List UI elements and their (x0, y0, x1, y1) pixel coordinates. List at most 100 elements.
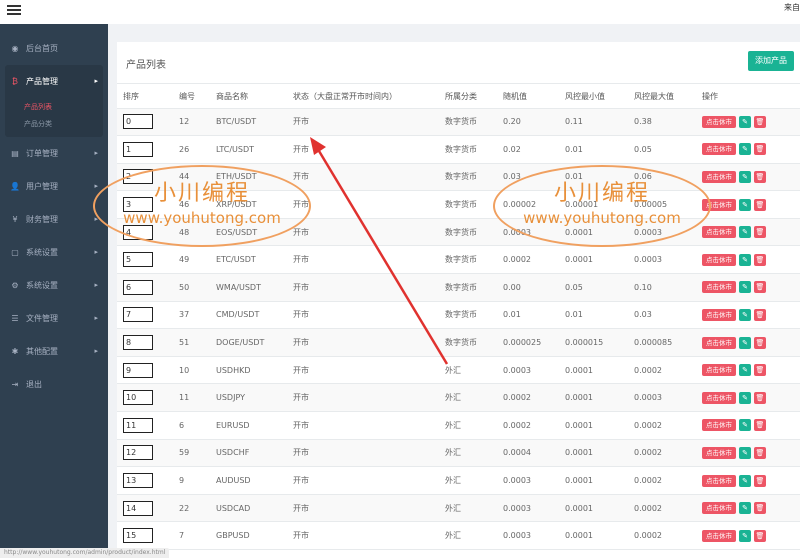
trash-icon[interactable]: 🗑 (754, 419, 766, 432)
table-row: 5 49 ETC/USDT 开市 数字货币 0.0002 0.0001 0.0003 点击休市 ✎… (117, 245, 800, 275)
trash-icon[interactable]: 🗑 (754, 529, 766, 542)
trash-icon[interactable]: 🗑 (754, 198, 766, 211)
trash-icon[interactable]: 🗑 (754, 253, 766, 266)
sidebar-item-files[interactable]: ☰ 文件管理 ▸ (0, 302, 108, 335)
edit-icon[interactable]: ✎ (739, 529, 751, 542)
sidebar-item-home[interactable]: ◉ 后台首页 (0, 32, 108, 65)
close-market-button[interactable]: 点击休市 (702, 529, 736, 542)
sidebar-item-orders[interactable]: ▤ 订单管理 ▸ (0, 137, 108, 170)
close-market-button[interactable]: 点击休市 (702, 143, 736, 156)
sort-input[interactable]: 7 (123, 307, 153, 323)
risk-min-cell: 0.0001 (559, 439, 628, 468)
edit-icon[interactable]: ✎ (739, 308, 751, 321)
sort-input[interactable]: 14 (123, 500, 153, 516)
name-cell: AUDUSD (210, 466, 287, 495)
sidebar-item-users[interactable]: 👤 用户管理 ▸ (0, 170, 108, 203)
trash-icon[interactable]: 🗑 (754, 226, 766, 239)
name-cell: USDCAD (210, 494, 287, 523)
trash-icon[interactable]: 🗑 (754, 474, 766, 487)
edit-icon[interactable]: ✎ (739, 336, 751, 349)
trash-icon[interactable]: 🗑 (754, 446, 766, 459)
name-cell: BTC/USDT (210, 108, 287, 137)
trash-icon[interactable]: 🗑 (754, 170, 766, 183)
sort-input[interactable]: 5 (123, 252, 153, 268)
close-market-button[interactable]: 点击休市 (702, 391, 736, 404)
edit-icon[interactable]: ✎ (739, 198, 751, 211)
risk-max-cell: 0.0002 (628, 494, 696, 523)
id-cell: 44 (173, 163, 210, 192)
sort-input[interactable]: 12 (123, 445, 153, 461)
sort-input[interactable]: 0 (123, 114, 153, 130)
status-cell: 开市 (287, 301, 439, 330)
edit-icon[interactable]: ✎ (739, 446, 751, 459)
trash-icon[interactable]: 🗑 (754, 391, 766, 404)
close-market-button[interactable]: 点击休市 (702, 226, 736, 239)
edit-icon[interactable]: ✎ (739, 419, 751, 432)
sort-input[interactable]: 15 (123, 528, 153, 544)
sidebar-item-settings-1[interactable]: ▢ 系统设置 ▸ (0, 236, 108, 269)
name-cell: EURUSD (210, 411, 287, 440)
close-market-button[interactable]: 点击休市 (702, 336, 736, 349)
random-value-cell: 0.0002 (497, 411, 559, 440)
sort-cell: 8 (117, 328, 173, 357)
trash-icon[interactable]: 🗑 (754, 336, 766, 349)
sort-input[interactable]: 1 (123, 141, 153, 157)
trash-icon[interactable]: 🗑 (754, 308, 766, 321)
close-market-button[interactable]: 点击休市 (702, 446, 736, 459)
close-market-button[interactable]: 点击休市 (702, 115, 736, 128)
sort-cell: 0 (117, 108, 173, 137)
row-actions: 点击休市 ✎ 🗑 (702, 115, 800, 128)
risk-max-cell: 0.000085 (628, 328, 696, 357)
trash-icon[interactable]: 🗑 (754, 502, 766, 515)
sidebar-item-finance[interactable]: ¥ 财务管理 ▸ (0, 203, 108, 236)
sort-input[interactable]: 6 (123, 279, 153, 295)
trash-icon[interactable]: 🗑 (754, 281, 766, 294)
close-market-button[interactable]: 点击休市 (702, 198, 736, 211)
edit-icon[interactable]: ✎ (739, 143, 751, 156)
id-cell: 26 (173, 135, 210, 164)
sort-input[interactable]: 9 (123, 362, 153, 378)
edit-icon[interactable]: ✎ (739, 226, 751, 239)
close-market-button[interactable]: 点击休市 (702, 419, 736, 432)
edit-icon[interactable]: ✎ (739, 502, 751, 515)
sidebar-item-settings-2[interactable]: ⚙ 系统设置 ▸ (0, 269, 108, 302)
sort-input[interactable]: 10 (123, 390, 153, 406)
sidebar-item-products[interactable]: ₿ 产品管理 ▸ (5, 65, 103, 98)
status-cell: 开市 (287, 328, 439, 357)
sort-input[interactable]: 3 (123, 197, 153, 213)
close-market-button[interactable]: 点击休市 (702, 170, 736, 183)
close-market-button[interactable]: 点击休市 (702, 308, 736, 321)
sort-input[interactable]: 2 (123, 169, 153, 185)
sidebar-subitem-product-category[interactable]: 产品分类 (5, 115, 103, 132)
sort-input[interactable]: 8 (123, 335, 153, 351)
sidebar-item-other-config[interactable]: ✱ 其他配置 ▸ (0, 335, 108, 368)
edit-icon[interactable]: ✎ (739, 391, 751, 404)
close-market-button[interactable]: 点击休市 (702, 364, 736, 377)
sort-input[interactable]: 11 (123, 417, 153, 433)
edit-icon[interactable]: ✎ (739, 364, 751, 377)
edit-icon[interactable]: ✎ (739, 115, 751, 128)
sidebar-item-logout[interactable]: ⇥ 退出 (0, 368, 108, 401)
trash-icon[interactable]: 🗑 (754, 115, 766, 128)
add-product-button[interactable]: 添加产品 (748, 51, 794, 71)
sort-input[interactable]: 13 (123, 473, 153, 489)
close-market-button[interactable]: 点击休市 (702, 502, 736, 515)
close-market-button[interactable]: 点击休市 (702, 253, 736, 266)
edit-icon[interactable]: ✎ (739, 474, 751, 487)
menu-toggle-icon[interactable] (7, 3, 21, 17)
edit-icon[interactable]: ✎ (739, 170, 751, 183)
sort-cell: 10 (117, 383, 173, 413)
close-market-button[interactable]: 点击休市 (702, 474, 736, 487)
edit-icon[interactable]: ✎ (739, 253, 751, 266)
bitcoin-icon: ₿ (12, 77, 18, 86)
sort-input[interactable]: 4 (123, 224, 153, 240)
risk-min-cell: 0.0001 (559, 521, 628, 550)
trash-icon[interactable]: 🗑 (754, 143, 766, 156)
sidebar-subitem-product-list[interactable]: 产品列表 (5, 98, 103, 115)
sort-cell: 15 (117, 521, 173, 550)
trash-icon[interactable]: 🗑 (754, 364, 766, 377)
status-cell: 开市 (287, 135, 439, 164)
random-value-cell: 0.0003 (497, 466, 559, 495)
close-market-button[interactable]: 点击休市 (702, 281, 736, 294)
edit-icon[interactable]: ✎ (739, 281, 751, 294)
